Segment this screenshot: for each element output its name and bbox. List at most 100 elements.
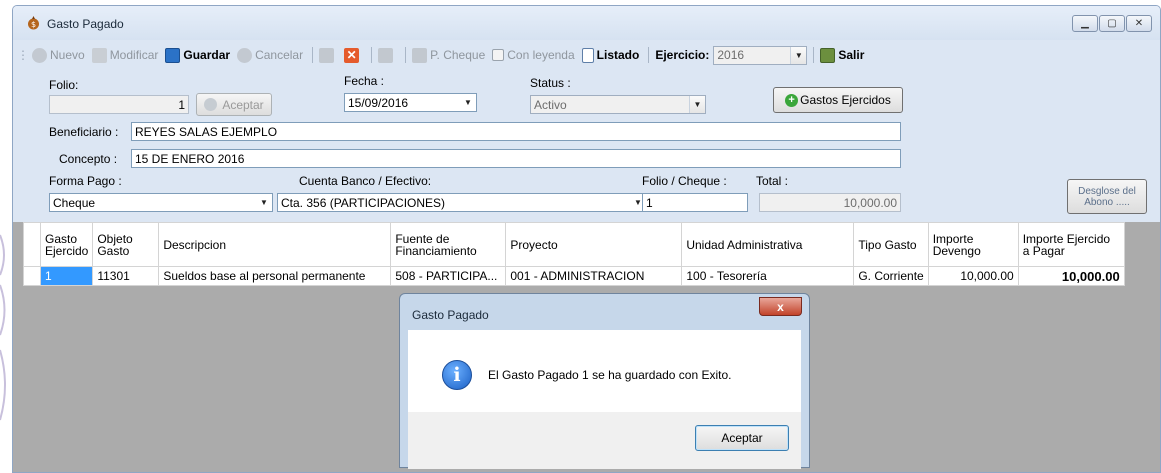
- toolbar-separator: [813, 47, 815, 63]
- checkbox-icon: [492, 49, 505, 61]
- cell-fuente[interactable]: 508 - PARTICIPA...: [390, 266, 507, 286]
- forma-pago-select[interactable]: Cheque ▼: [49, 193, 273, 212]
- row-header-corner: [23, 222, 41, 267]
- listado-button[interactable]: Listado: [581, 47, 640, 63]
- folio-cheque-value: 1: [646, 196, 653, 210]
- report-button[interactable]: [319, 47, 337, 63]
- concepto-field[interactable]: 15 DE ENERO 2016: [131, 149, 901, 168]
- info-icon: i: [442, 360, 472, 390]
- column-header-descripcion[interactable]: Descripcion: [158, 222, 392, 267]
- toolbar: ⋮ Nuevo Modificar Guardar Cancelar ✕ P. …: [13, 44, 1160, 66]
- forma-pago-label: Forma Pago :: [49, 174, 122, 188]
- cuenta-value: Cta. 356 (PARTICIPACIONES): [281, 195, 446, 210]
- window-title: Gasto Pagado: [47, 17, 124, 31]
- status-value: Activo: [534, 97, 567, 112]
- aceptar-button[interactable]: Aceptar: [196, 93, 272, 116]
- folio-field[interactable]: 1: [49, 95, 189, 114]
- folio-label: Folio:: [49, 78, 79, 92]
- dialog-footer: Aceptar: [408, 412, 801, 469]
- printer-icon: [412, 47, 428, 63]
- close-icon: x: [777, 299, 784, 314]
- chevron-down-icon: ▼: [460, 94, 476, 111]
- cuenta-select[interactable]: Cta. 356 (PARTICIPACIONES) ▼: [277, 193, 647, 212]
- guardar-button[interactable]: Guardar: [165, 47, 230, 63]
- gastos-ejercidos-label: Gastos Ejercidos: [800, 93, 891, 107]
- column-header-gasto-ejercido[interactable]: Gasto Ejercido: [39, 222, 94, 267]
- con-leyenda-checkbox[interactable]: Con leyenda: [492, 48, 575, 62]
- chevron-down-icon: ▼: [790, 46, 807, 64]
- nuevo-label: Nuevo: [50, 48, 85, 62]
- beneficiario-value: REYES SALAS EJEMPLO: [135, 125, 278, 139]
- cell-proyecto[interactable]: 001 - ADMINISTRACION: [505, 266, 683, 286]
- toolbar-separator: [648, 47, 650, 63]
- toolbar-separator: [312, 47, 314, 63]
- maximize-button[interactable]: ▢: [1099, 15, 1125, 32]
- cell-objeto-gasto[interactable]: 11301: [92, 266, 160, 286]
- ejercicio-value: 2016: [717, 48, 745, 62]
- column-header-objeto-gasto[interactable]: Objeto Gasto: [92, 222, 160, 267]
- desglose-abono-button[interactable]: Desglose del Abono .....: [1067, 179, 1147, 214]
- close-icon: ✕: [1134, 18, 1144, 29]
- dialog-close-button[interactable]: x: [759, 297, 802, 316]
- ejercicio-select[interactable]: 2016 ▼: [713, 45, 808, 65]
- toolbar-separator: [405, 47, 407, 63]
- status-label: Status :: [530, 76, 571, 90]
- concepto-value: 15 DE ENERO 2016: [135, 152, 245, 166]
- chevron-down-icon: ▼: [256, 194, 272, 211]
- beneficiario-field[interactable]: REYES SALAS EJEMPLO: [131, 122, 901, 141]
- column-header-proyecto[interactable]: Proyecto: [505, 222, 683, 267]
- cancel-icon: [237, 47, 253, 63]
- cancelar-button[interactable]: Cancelar: [237, 47, 303, 63]
- exit-icon: [820, 47, 836, 63]
- toolbar-grip: ⋮: [17, 48, 29, 62]
- modificar-label: Modificar: [109, 48, 159, 62]
- cell-importe-devengo[interactable]: 10,000.00: [927, 266, 1019, 286]
- report-icon: [319, 47, 335, 63]
- cheque-button[interactable]: P. Cheque: [412, 47, 485, 63]
- total-label: Total :: [756, 174, 789, 188]
- cell-importe-ejercido[interactable]: 10,000.00: [1017, 266, 1125, 286]
- add-icon: +: [785, 93, 799, 107]
- gastos-ejercidos-button[interactable]: + Gastos Ejercidos: [773, 87, 903, 113]
- folio-cheque-label: Folio / Cheque :: [642, 174, 727, 188]
- dialog-ok-label: Aceptar: [721, 431, 763, 445]
- document-icon: [581, 47, 594, 63]
- column-header-fuente[interactable]: Fuente de Financiamiento: [390, 222, 507, 267]
- maximize-icon: ▢: [1107, 18, 1117, 29]
- nuevo-button[interactable]: Nuevo: [32, 47, 85, 63]
- column-header-importe-ejercido[interactable]: Importe Ejercido a Pagar: [1017, 222, 1125, 267]
- aceptar-label: Aceptar: [222, 97, 264, 112]
- salir-label: Salir: [838, 48, 865, 62]
- modificar-button[interactable]: Modificar: [91, 47, 159, 63]
- minimize-button[interactable]: ▁: [1072, 15, 1098, 32]
- close-button[interactable]: ✕: [1126, 15, 1152, 32]
- delete-button[interactable]: ✕: [344, 47, 362, 63]
- status-select[interactable]: Activo ▼: [530, 95, 706, 114]
- folio-cheque-field[interactable]: 1: [642, 193, 748, 212]
- cell-tipo-gasto[interactable]: G. Corriente: [853, 266, 929, 286]
- cell-unidad[interactable]: 100 - Tesorería: [681, 266, 855, 286]
- column-header-unidad[interactable]: Unidad Administrativa: [681, 222, 855, 267]
- binoculars-icon: [378, 47, 394, 63]
- dialog-message: El Gasto Pagado 1 se ha guardado con Exi…: [488, 368, 732, 382]
- table-row[interactable]: 1 11301 Sueldos base al personal permane…: [23, 266, 1125, 286]
- column-header-importe-devengo[interactable]: Importe Devengo: [927, 222, 1019, 267]
- save-icon: [165, 47, 181, 63]
- background-decoration: [0, 234, 6, 421]
- row-header[interactable]: [23, 266, 41, 286]
- con-leyenda-label: Con leyenda: [507, 48, 575, 62]
- find-button[interactable]: [378, 47, 396, 63]
- dialog-title: Gasto Pagado: [412, 308, 489, 322]
- svg-text:$: $: [31, 20, 36, 29]
- salir-button[interactable]: Salir: [820, 47, 865, 63]
- app-icon: $: [28, 16, 39, 30]
- title-bar: $ Gasto Pagado ▁ ▢ ✕: [13, 6, 1160, 40]
- cell-gasto-ejercido[interactable]: 1: [39, 266, 94, 286]
- fecha-picker[interactable]: 15/09/2016 ▼: [344, 93, 477, 112]
- grid-header-row: Gasto Ejercido Objeto Gasto Descripcion …: [23, 222, 1125, 267]
- cell-descripcion[interactable]: Sueldos base al personal permanente: [158, 266, 392, 286]
- column-header-tipo-gasto[interactable]: Tipo Gasto: [853, 222, 929, 267]
- dialog-ok-button[interactable]: Aceptar: [695, 425, 789, 451]
- listado-label: Listado: [596, 48, 640, 62]
- ejercicio-label: Ejercicio:: [655, 48, 710, 62]
